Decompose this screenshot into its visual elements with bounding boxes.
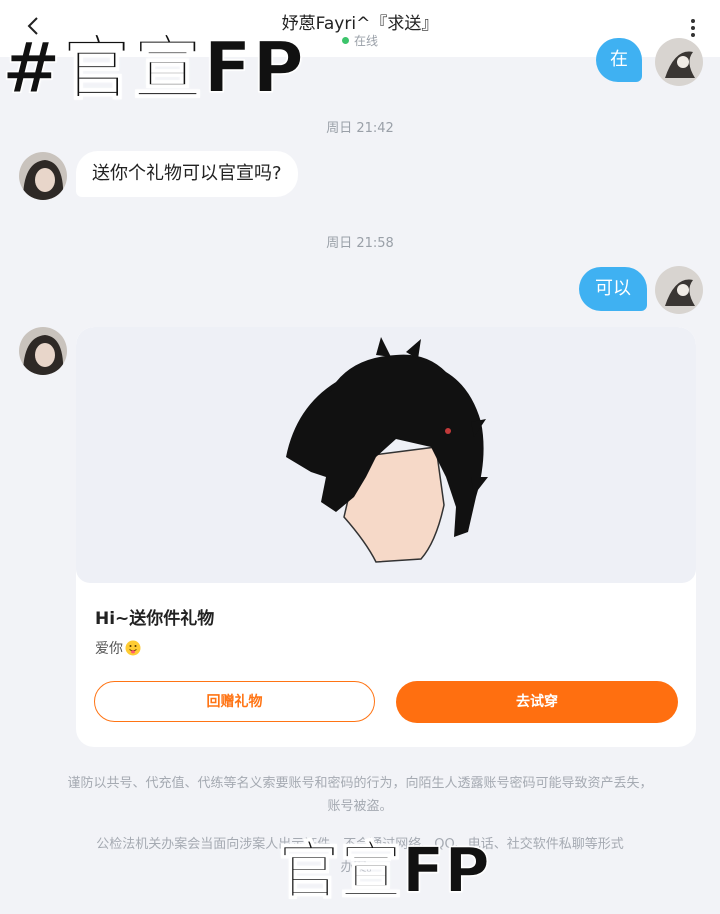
message-text: 送你个礼物可以官宣吗? [92,163,282,184]
hairstyle-icon [286,337,488,563]
return-gift-button[interactable]: 回赠礼物 [94,681,375,722]
gift-title: Hi~送你件礼物 [95,609,215,629]
gift-card[interactable]: Hi~送你件礼物 爱你 回赠礼物 去试穿 [76,327,696,747]
my-avatar[interactable] [655,38,703,86]
watermark-overlay-bottom: 官宣FP [277,833,490,908]
timestamp: 周日 21:58 [326,236,394,251]
contact-avatar[interactable] [19,152,67,200]
message-bubble-sent[interactable]: 可以 [579,267,647,311]
timestamp: 周日 21:42 [326,121,394,136]
security-notice: 谨防以共号、代充值、代练等名义索要账号和密码的行为，向陌生人透露账号密码可能导致… [30,772,690,818]
message-text: 可以 [595,278,631,299]
watermark-overlay-top: #官宣FP [1,26,305,110]
notice-line: 账号被盗。 [327,799,393,814]
online-status-label: 在线 [353,34,378,48]
try-on-button[interactable]: 去试穿 [396,681,678,723]
online-dot-icon [341,37,349,44]
message-text: 在 [610,49,628,70]
tongue-out-emoji-icon [125,640,141,656]
gift-message: 爱你 [95,638,141,658]
contact-avatar[interactable] [19,327,67,375]
message-bubble-sent[interactable]: 在 [596,38,642,82]
more-options-icon[interactable] [684,16,702,42]
message-bubble-received[interactable]: 送你个礼物可以官宣吗? [76,151,298,197]
gift-preview-image [76,327,696,583]
gift-message-text: 爱你 [95,641,123,657]
my-avatar[interactable] [655,266,703,314]
notice-line: 谨防以共号、代充值、代练等名义索要账号和密码的行为，向陌生人透露账号密码可能导致… [67,776,653,791]
